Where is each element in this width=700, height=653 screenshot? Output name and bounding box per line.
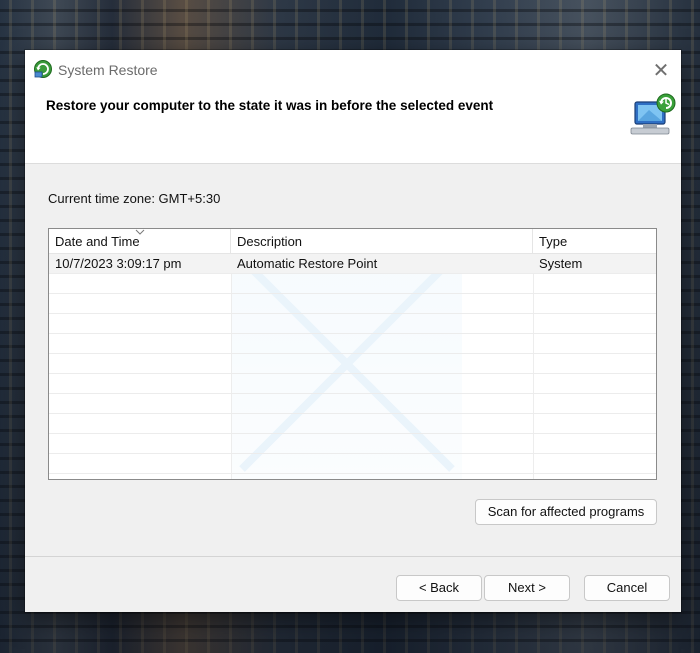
sort-chevron-down-icon (135, 229, 145, 235)
page-heading: Restore your computer to the state it wa… (46, 98, 494, 113)
cell-date-time: 10/7/2023 3:09:17 pm (55, 256, 182, 271)
empty-row (49, 454, 656, 474)
cancel-button[interactable]: Cancel (584, 575, 670, 601)
next-button[interactable]: Next > (484, 575, 570, 601)
system-restore-computer-icon (629, 92, 677, 138)
dialog-header: System Restore ✕ Restore your computer t… (25, 50, 681, 164)
empty-row (49, 314, 656, 334)
back-button[interactable]: < Back (396, 575, 482, 601)
close-button[interactable]: ✕ (645, 56, 677, 84)
empty-row (49, 374, 656, 394)
empty-row (49, 414, 656, 434)
empty-row (49, 394, 656, 414)
column-header-date-time[interactable]: Date and Time (49, 229, 231, 254)
list-header: Date and Time Description Type (49, 229, 656, 254)
divider (25, 556, 681, 557)
empty-row (49, 274, 656, 294)
cell-description: Automatic Restore Point (237, 256, 378, 271)
cell-type: System (539, 256, 583, 271)
system-restore-dialog: System Restore ✕ Restore your computer t… (25, 50, 681, 612)
empty-row (49, 294, 656, 314)
restore-point-list[interactable]: Date and Time Description Type 10/7/2023… (48, 228, 657, 480)
empty-row (49, 434, 656, 454)
column-header-description[interactable]: Description (231, 229, 533, 254)
empty-row (49, 334, 656, 354)
table-row[interactable]: 10/7/2023 3:09:17 pm Automatic Restore P… (49, 254, 656, 274)
window-title: System Restore (58, 62, 158, 78)
system-restore-icon (33, 59, 53, 79)
scan-affected-programs-button[interactable]: Scan for affected programs (475, 499, 657, 525)
empty-row (49, 354, 656, 374)
timezone-label: Current time zone: GMT+5:30 (48, 191, 221, 206)
column-header-type[interactable]: Type (533, 229, 656, 254)
